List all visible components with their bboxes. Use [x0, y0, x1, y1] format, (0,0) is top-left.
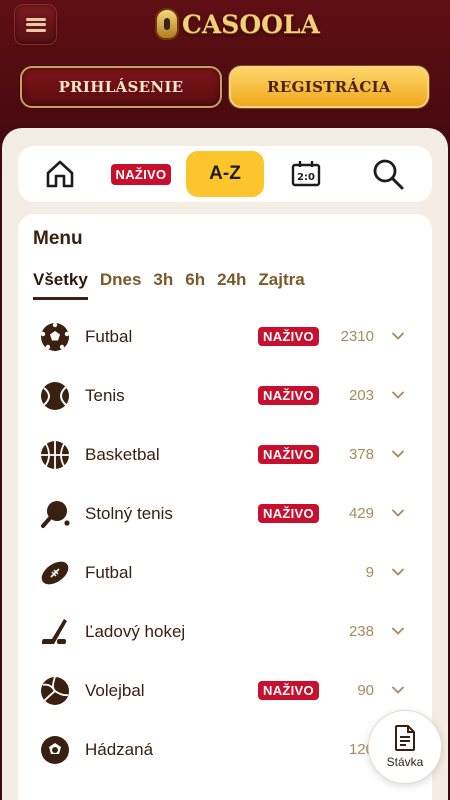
- chevron-down-icon[interactable]: [392, 507, 404, 519]
- svg-text:2:0: 2:0: [297, 172, 315, 183]
- sport-name: Hádzaná: [85, 740, 154, 759]
- event-count: 203: [348, 387, 374, 404]
- filter-tomorrow[interactable]: Zajtra: [258, 270, 304, 300]
- sport-name: Ľadový hokej: [85, 622, 186, 641]
- event-count: 9: [365, 564, 374, 581]
- tab-scoreboard[interactable]: 2:0: [284, 146, 328, 202]
- sport-row-volejbal[interactable]: Volejbal NAŽIVO 90: [18, 662, 432, 721]
- live-badge: NAŽIVO: [258, 504, 319, 523]
- login-button[interactable]: PRIHLÁSENIE: [20, 66, 222, 108]
- tab-home[interactable]: [38, 146, 82, 202]
- basketball-icon: [41, 441, 69, 469]
- filter-all[interactable]: Všetky: [33, 270, 88, 300]
- sport-row-tenis[interactable]: Tenis NAŽIVO 203: [18, 367, 432, 426]
- sport-row-stolny-tenis[interactable]: Stolný tenis NAŽIVO 429: [18, 485, 432, 544]
- sport-name: Stolný tenis: [85, 504, 173, 523]
- menu-button[interactable]: [14, 4, 57, 45]
- document-icon: [395, 725, 415, 751]
- event-count: 2310: [340, 328, 374, 345]
- ice-hockey-icon: [42, 619, 67, 644]
- live-badge: NAŽIVO: [258, 445, 319, 464]
- betslip-button[interactable]: Stávka: [368, 710, 442, 784]
- sport-row-futbal[interactable]: Futbal NAŽIVO 2310: [18, 308, 432, 367]
- event-count: 238: [348, 623, 374, 640]
- sport-list: Futbal NAŽIVO 2310 Tenis NAŽIVO 203 Bask…: [18, 308, 432, 780]
- sport-name: Futbal: [85, 327, 133, 346]
- event-count: 90: [357, 682, 374, 699]
- logo-text: CASOOLA: [182, 9, 320, 39]
- scoreboard-icon: 2:0: [291, 161, 321, 187]
- home-icon: [46, 160, 74, 188]
- sport-name: Futbal: [85, 563, 133, 582]
- live-badge: NAŽIVO: [258, 327, 319, 346]
- hamburger-icon: [25, 17, 46, 32]
- soccer-ball-icon: [40, 322, 70, 351]
- volleyball-icon: [41, 676, 69, 705]
- register-button[interactable]: REGISTRÁCIA: [229, 66, 429, 108]
- chevron-down-icon[interactable]: [392, 625, 404, 637]
- sport-name: Volejbal: [85, 681, 145, 700]
- time-filters: Všetky Dnes 3h 6h 24h Zajtra: [33, 270, 305, 300]
- tab-az[interactable]: A-Z: [186, 151, 264, 197]
- auth-buttons: PRIHLÁSENIE REGISTRÁCIA: [0, 66, 450, 110]
- filter-today[interactable]: Dnes: [100, 270, 142, 300]
- event-count: 429: [348, 505, 374, 522]
- sport-tabs: NAŽIVO A-Z 2:0: [18, 146, 432, 202]
- filter-6h[interactable]: 6h: [185, 270, 205, 300]
- handball-icon: [41, 736, 69, 764]
- sport-name: Tenis: [85, 386, 125, 405]
- chevron-down-icon[interactable]: [392, 566, 404, 578]
- chevron-down-icon[interactable]: [392, 389, 404, 401]
- live-badge: NAŽIVO: [110, 163, 172, 185]
- top-bar: CASOOLA: [0, 0, 450, 60]
- sport-name: Basketbal: [85, 445, 160, 464]
- chevron-down-icon[interactable]: [392, 448, 404, 460]
- logo[interactable]: CASOOLA: [155, 6, 320, 42]
- sport-row-ladovy-hokej[interactable]: Ľadový hokej 238: [18, 603, 432, 662]
- live-badge: NAŽIVO: [258, 681, 319, 700]
- chevron-down-icon[interactable]: [392, 684, 404, 696]
- live-badge: NAŽIVO: [258, 386, 319, 405]
- filter-3h[interactable]: 3h: [153, 270, 173, 300]
- chevron-down-icon[interactable]: [392, 330, 404, 342]
- search-icon: [373, 159, 404, 190]
- sport-row-americky-futbal[interactable]: Futbal 9: [18, 544, 432, 603]
- filter-24h[interactable]: 24h: [217, 270, 246, 300]
- table-tennis-icon: [41, 501, 70, 528]
- tennis-ball-icon: [41, 382, 69, 410]
- american-football-icon: [41, 561, 69, 585]
- tab-search[interactable]: [366, 146, 410, 202]
- betslip-label: Stávka: [386, 755, 424, 769]
- tab-live[interactable]: NAŽIVO: [106, 146, 176, 202]
- logo-emblem-icon: [155, 8, 179, 40]
- menu-title: Menu: [33, 228, 83, 249]
- sport-row-basketbal[interactable]: Basketbal NAŽIVO 378: [18, 426, 432, 485]
- event-count: 378: [348, 446, 374, 463]
